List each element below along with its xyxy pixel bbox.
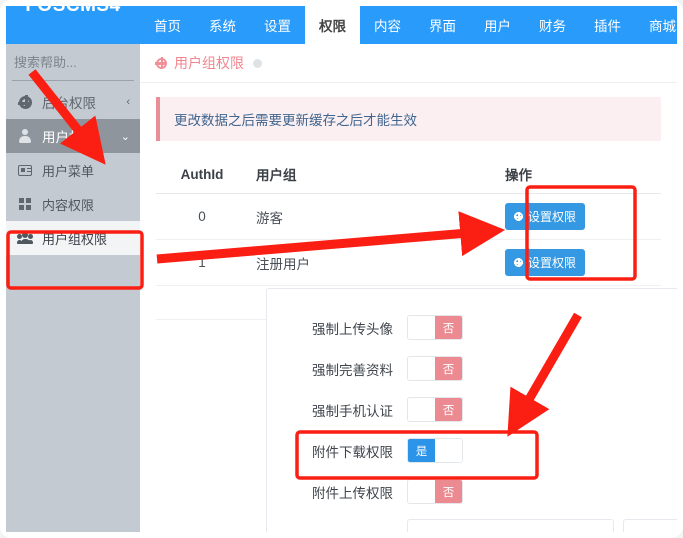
toggle-phone-verify[interactable]: 否 bbox=[407, 397, 463, 422]
tab-settings[interactable]: 设置 bbox=[250, 6, 305, 44]
page-title: 用户组权限 bbox=[174, 55, 244, 71]
set-permission-button[interactable]: 设置权限 bbox=[505, 203, 586, 230]
chevron-down-icon: ⌄ bbox=[120, 130, 130, 143]
set-permission-label: 设置权限 bbox=[528, 210, 577, 224]
tab-shop[interactable]: 商城 bbox=[635, 6, 683, 44]
main-content: 用户组权限 更改数据之后需要更新缓存之后才能生效 AuthId 用户组 操作 0 bbox=[140, 44, 677, 532]
chevron-left-icon: ‹ bbox=[126, 96, 130, 108]
sidebar-item-label: 用户权限 bbox=[42, 130, 96, 145]
sidebar-item-label: 用户组权限 bbox=[42, 231, 108, 247]
gear-icon bbox=[155, 56, 167, 69]
setting-row-attachment-upload: 附件上传权限 否 bbox=[267, 471, 677, 512]
grid-icon bbox=[16, 197, 34, 211]
setting-row-partial bbox=[267, 512, 677, 532]
setting-row-force-avatar: 强制上传头像 否 bbox=[267, 307, 677, 348]
setting-label: 强制完善资料 bbox=[312, 362, 393, 378]
set-permission-label: 设置权限 bbox=[528, 256, 577, 270]
gear-icon bbox=[513, 257, 523, 267]
cell-group: 游客 bbox=[248, 193, 497, 240]
setting-unit-input[interactable] bbox=[623, 518, 677, 532]
tab-system[interactable]: 系统 bbox=[195, 6, 250, 44]
setting-label: 强制上传头像 bbox=[312, 321, 393, 337]
column-header-group: 用户组 bbox=[248, 155, 497, 194]
toggle-yes-half[interactable] bbox=[408, 316, 435, 339]
table-header-row: AuthId 用户组 操作 bbox=[156, 155, 661, 194]
setting-row-complete-profile: 强制完善资料 否 bbox=[267, 348, 677, 389]
toggle-attachment-download[interactable]: 是 bbox=[407, 438, 463, 463]
sidebar-menu: 后台权限 ‹ 用户权限 ⌄ 用户菜单 内容权限 用户组权限 bbox=[6, 85, 140, 255]
toggle-attachment-upload[interactable]: 否 bbox=[407, 479, 463, 504]
application-window: FOSCMS4 首页 系统 设置 权限 内容 界面 用户 财务 插件 商城 服务 bbox=[0, 0, 683, 538]
toggle-no-half[interactable]: 否 bbox=[435, 480, 462, 503]
tab-home[interactable]: 首页 bbox=[140, 6, 195, 44]
toggle-no-half[interactable]: 否 bbox=[435, 398, 462, 421]
cache-notice-alert: 更改数据之后需要更新缓存之后才能生效 bbox=[156, 97, 661, 141]
cell-group: 注册用户 bbox=[248, 239, 497, 286]
setting-label: 强制手机认证 bbox=[312, 403, 393, 419]
toggle-no-half[interactable]: 否 bbox=[435, 316, 462, 339]
setting-label: 附件上传权限 bbox=[312, 485, 393, 501]
window-frame: FOSCMS4 首页 系统 设置 权限 内容 界面 用户 财务 插件 商城 服务 bbox=[0, 0, 683, 538]
setting-text-input[interactable] bbox=[407, 518, 614, 532]
user-icon bbox=[16, 129, 34, 143]
breadcrumb: 用户组权限 bbox=[140, 44, 677, 83]
permission-settings-card: 强制上传头像 否 强制完善资料 否 强制手机认证 否 附件下载权限 是 附件上传… bbox=[266, 288, 677, 532]
toggle-yes-half[interactable] bbox=[408, 398, 435, 421]
cell-action: 设置权限 bbox=[497, 239, 661, 286]
cell-action: 设置权限 bbox=[497, 193, 661, 240]
tab-content[interactable]: 内容 bbox=[360, 6, 415, 44]
tab-user[interactable]: 用户 bbox=[470, 6, 525, 44]
tab-interface[interactable]: 界面 bbox=[415, 6, 470, 44]
table-head: AuthId 用户组 操作 bbox=[156, 155, 661, 194]
sidebar-item-user-menu[interactable]: 用户菜单 bbox=[6, 153, 140, 187]
setting-label: 附件下载权限 bbox=[312, 444, 393, 460]
top-nav-tabs: 首页 系统 设置 权限 内容 界面 用户 财务 插件 商城 服务 bbox=[140, 6, 683, 44]
tab-finance[interactable]: 财务 bbox=[525, 6, 580, 44]
alert-panel: 更改数据之后需要更新缓存之后才能生效 bbox=[140, 83, 677, 141]
sidebar-item-content-permission[interactable]: 内容权限 bbox=[6, 187, 140, 221]
toggle-yes-half[interactable]: 是 bbox=[408, 439, 435, 462]
set-permission-button[interactable]: 设置权限 bbox=[505, 249, 586, 276]
toggle-complete-profile[interactable]: 否 bbox=[407, 356, 463, 381]
cell-authid: 0 bbox=[156, 193, 248, 240]
sidebar-item-user-permission[interactable]: 用户权限 ⌄ bbox=[6, 119, 140, 153]
group-icon bbox=[16, 232, 34, 244]
column-header-authid: AuthId bbox=[156, 155, 248, 194]
sidebar-item-usergroup-permission[interactable]: 用户组权限 bbox=[6, 221, 140, 255]
sidebar-item-label: 后台权限 bbox=[42, 96, 96, 111]
gear-icon bbox=[16, 95, 34, 109]
table-row: 1 注册用户 设置权限 bbox=[156, 239, 661, 286]
tab-plugin[interactable]: 插件 bbox=[580, 6, 635, 44]
setting-row-phone-verify: 强制手机认证 否 bbox=[267, 389, 677, 430]
cell-authid: 1 bbox=[156, 239, 248, 286]
app-logo-text: FOSCMS4 bbox=[25, 6, 120, 15]
search-box[interactable] bbox=[12, 44, 203, 81]
status-dot bbox=[253, 58, 262, 68]
setting-row-attachment-download: 附件下载权限 是 bbox=[267, 430, 677, 471]
toggle-yes-half[interactable] bbox=[408, 357, 435, 380]
gear-icon bbox=[513, 211, 523, 221]
sidebar-item-backend-permission[interactable]: 后台权限 ‹ bbox=[6, 85, 140, 119]
column-header-action: 操作 bbox=[497, 155, 661, 194]
toggle-force-avatar[interactable]: 否 bbox=[407, 315, 463, 340]
sidebar-item-label: 内容权限 bbox=[42, 197, 95, 213]
toggle-yes-half[interactable] bbox=[408, 480, 435, 503]
card-icon bbox=[16, 164, 34, 176]
table-row: 0 游客 设置权限 bbox=[156, 193, 661, 240]
sidebar-item-label: 用户菜单 bbox=[42, 163, 95, 179]
app-logo: FOSCMS4 bbox=[6, 6, 140, 44]
sidebar: 后台权限 ‹ 用户权限 ⌄ 用户菜单 内容权限 bbox=[6, 44, 203, 532]
top-navigation-bar: FOSCMS4 首页 系统 设置 权限 内容 界面 用户 财务 插件 商城 服务 bbox=[6, 6, 677, 44]
toggle-no-half[interactable] bbox=[435, 439, 462, 462]
cell-empty bbox=[156, 285, 248, 320]
toggle-no-half[interactable]: 否 bbox=[435, 357, 462, 380]
tab-permission[interactable]: 权限 bbox=[305, 6, 360, 44]
